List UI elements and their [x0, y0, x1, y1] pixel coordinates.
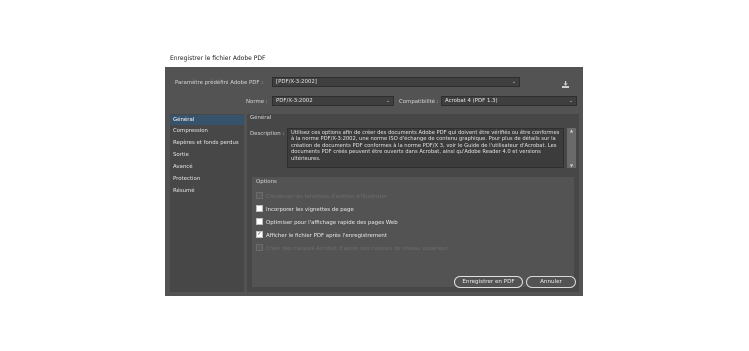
chevron-down-icon: ⌄ [385, 98, 390, 104]
compat-label: Compatibilité : [399, 99, 439, 105]
chevron-down-icon: ⌄ [511, 79, 516, 85]
preset-label: Paramètre prédéfini Adobe PDF : [175, 80, 264, 86]
preset-dropdown[interactable]: [PDF/X-3:2002] ⌄ [272, 77, 520, 87]
checkbox [256, 192, 263, 199]
checkbox [256, 244, 263, 251]
sidebar-item-output[interactable]: Sortie [170, 150, 244, 160]
options-group: Options Conserver les fonctions d'éditio… [252, 177, 574, 287]
option-create-layers: Créer des calques Acrobat d'après des ca… [256, 244, 448, 253]
save-pdf-dialog: Enregistrer le fichier Adobe PDF Paramèt… [165, 50, 583, 296]
norme-value: PDF/X-3:2002 [276, 98, 313, 104]
general-panel: Général Description : Utilisez ces optio… [247, 114, 579, 292]
option-embed-thumbnails[interactable]: Incorporer les vignettes de page [256, 205, 354, 214]
option-label: Conserver les fonctions d'édition d'Illu… [266, 194, 388, 200]
dialog-body: Paramètre prédéfini Adobe PDF : [PDF/X-3… [165, 67, 583, 296]
option-view-after-saving[interactable]: ✓ Afficher le fichier PDF après l'enregis… [256, 231, 387, 240]
sidebar-item-marks-bleeds[interactable]: Repères et fonds perdus [170, 138, 244, 148]
option-label: Optimiser pour l'affichage rapide des pa… [266, 220, 398, 226]
checkbox[interactable] [256, 218, 263, 225]
dialog-title: Enregistrer le fichier Adobe PDF [165, 50, 583, 67]
description-scrollbar[interactable]: ▲ ▼ [567, 128, 576, 168]
scroll-down-icon[interactable]: ▼ [567, 163, 576, 168]
compat-value: Acrobat 4 (PDF 1.3) [445, 98, 498, 104]
sidebar-item-general[interactable]: Général [170, 115, 244, 125]
save-preset-icon[interactable] [561, 80, 570, 89]
panel-title: Général [250, 115, 272, 121]
description-text: Utilisez ces options afin de créer des d… [291, 130, 560, 162]
option-label: Incorporer les vignettes de page [266, 207, 354, 213]
option-label: Afficher le fichier PDF après l'enregist… [266, 233, 387, 239]
save-pdf-button[interactable]: Enregistrer en PDF [454, 276, 523, 288]
norme-label: Norme : [246, 99, 268, 105]
options-title: Options [256, 179, 277, 185]
checkbox[interactable] [256, 205, 263, 212]
scroll-up-icon[interactable]: ▲ [567, 128, 576, 133]
option-preserve-editing: Conserver les fonctions d'édition d'Illu… [256, 192, 388, 201]
sidebar: Général Compression Repères et fonds per… [170, 114, 244, 292]
chevron-down-icon: ⌄ [568, 98, 573, 104]
option-fast-web-view[interactable]: Optimiser pour l'affichage rapide des pa… [256, 218, 398, 227]
sidebar-item-compression[interactable]: Compression [170, 126, 244, 136]
sidebar-item-summary[interactable]: Résumé [170, 186, 244, 196]
cancel-button[interactable]: Annuler [526, 276, 576, 288]
sidebar-item-security[interactable]: Protection [170, 174, 244, 184]
sidebar-item-advanced[interactable]: Avancé [170, 162, 244, 172]
option-label: Créer des calques Acrobat d'après des ca… [266, 246, 448, 252]
description-box: Utilisez ces options afin de créer des d… [287, 128, 564, 168]
norme-dropdown[interactable]: PDF/X-3:2002 ⌄ [272, 96, 394, 106]
preset-value: [PDF/X-3:2002] [276, 79, 317, 85]
description-label: Description : [250, 131, 285, 137]
checkbox-checked[interactable]: ✓ [256, 231, 263, 238]
compat-dropdown[interactable]: Acrobat 4 (PDF 1.3) ⌄ [441, 96, 577, 106]
